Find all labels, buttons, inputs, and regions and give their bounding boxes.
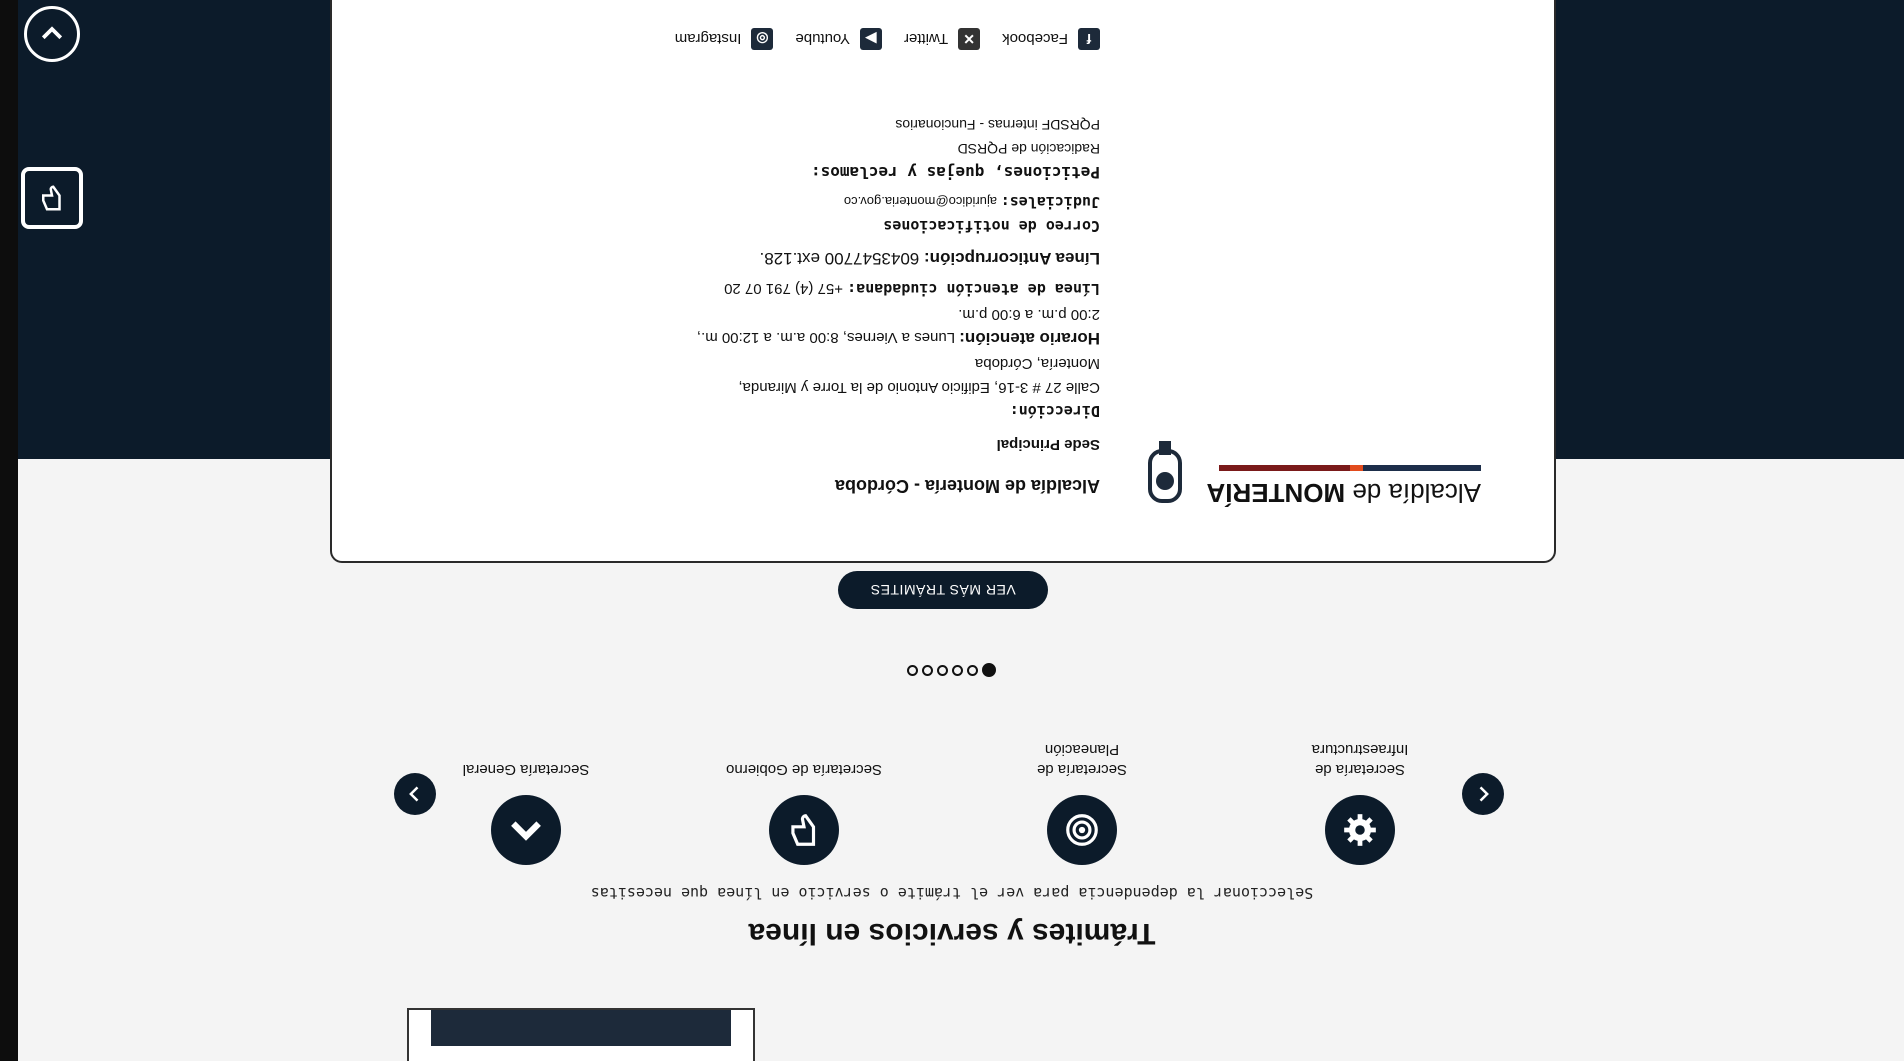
more-procedures-button[interactable]: VER MÁS TRÁMITES <box>838 571 1048 609</box>
dependencies-carousel: Secretaría de Infraestructura Secretaría… <box>394 665 1504 865</box>
social-label: Twitter <box>903 30 949 48</box>
anticorr-value: 6043547700 ext.128. <box>759 249 924 268</box>
linea-atencion: Línea de atención ciudadana: +57 (4) 791… <box>724 280 1100 298</box>
carousel-prev-button[interactable] <box>1462 773 1504 815</box>
linea-anticorrupcion: Línea Anticorrupción: 6043547700 ext.128… <box>760 248 1100 268</box>
logo-text-part-1: Alcaldía de <box>1345 478 1481 508</box>
carousel-dot[interactable] <box>982 663 997 677</box>
judiciales-email[interactable]: ajuridico@monteria.gov.co <box>844 194 1001 209</box>
carousel-dot[interactable] <box>937 665 949 676</box>
linea-label: Línea de atención ciudadana: <box>847 280 1100 298</box>
carousel-dot[interactable] <box>952 665 964 676</box>
carousel-dot[interactable] <box>907 665 919 676</box>
footer-title: Alcaldía de Montería - Córdoba <box>834 476 1100 496</box>
alcaldia-logo: Alcaldía de MONTERÍA <box>1142 437 1481 508</box>
sede-label: Sede Principal <box>996 436 1100 453</box>
youtube-link[interactable]: ▶ Youtube <box>795 28 882 50</box>
gallery-image <box>431 1010 731 1046</box>
direccion-line-2: Montería, Córdoba <box>974 355 1100 372</box>
horario-line-1: Horario atención: Lunes a Viernes, 8:00 … <box>697 328 1100 348</box>
direccion-label: Dirección: <box>1009 402 1100 420</box>
peticiones-label: Peticiones, quejas y reclamos: <box>811 163 1100 182</box>
twitter-link[interactable]: ✕ Twitter <box>903 28 981 50</box>
section-subtitle: Seleccionar la dependencia para ver el t… <box>590 884 1314 902</box>
anticorr-label: Línea Anticorrupción: <box>924 249 1100 268</box>
target-icon <box>1047 795 1117 865</box>
carousel-dots <box>0 663 1904 677</box>
logo-text: Alcaldía de MONTERÍA <box>1206 478 1481 508</box>
chevron-up-icon <box>491 795 561 865</box>
linea-value: +57 (4) 791 07 20 <box>724 280 848 297</box>
dependency-label: Secretaría de Infraestructura <box>1311 741 1409 778</box>
page-rotated-180: Trámites y servicios en línea Selecciona… <box>0 0 1904 1061</box>
judiciales-label: Judiciales: <box>1000 193 1100 211</box>
facebook-link[interactable]: f Facebook <box>1002 28 1100 50</box>
instagram-icon: ◎ <box>751 28 774 50</box>
thumbs-down-icon <box>769 795 839 865</box>
carousel-next-button[interactable] <box>394 773 436 815</box>
correo-label: Correo de notificaciones <box>883 217 1100 235</box>
scroll-down-button[interactable] <box>24 6 80 62</box>
horario-label: Horario atención: <box>959 329 1100 348</box>
dependency-general[interactable]: Secretaría General <box>446 759 606 865</box>
dependency-gobierno[interactable]: Secretaría de Gobierno <box>724 759 884 865</box>
chevron-down-icon <box>41 26 63 40</box>
social-label: Youtube <box>795 30 850 48</box>
dependency-planeacion[interactable]: Secretaría de Planeación <box>1002 739 1162 865</box>
thumbs-down-icon <box>42 185 61 211</box>
seal-icon <box>1148 441 1183 503</box>
gear-icon <box>1325 795 1395 865</box>
gallery-card[interactable] <box>407 1008 755 1061</box>
social-label: Facebook <box>1002 30 1068 48</box>
instagram-link[interactable]: ◎ Instagram <box>675 28 774 50</box>
chevron-left-icon <box>1479 786 1489 802</box>
chevron-right-icon <box>409 786 419 802</box>
social-links: f Facebook ✕ Twitter ▶ Youtube ◎ Instagram <box>675 28 1100 50</box>
carousel-dot[interactable] <box>967 665 979 676</box>
logo-text-part-2: MONTERÍA <box>1206 478 1346 508</box>
horario-line-2: 2:00 p.m. a 6:00 p.m. <box>958 306 1100 323</box>
x-icon: ✕ <box>958 28 981 50</box>
feedback-button[interactable] <box>21 167 83 229</box>
carousel-dot[interactable] <box>922 665 934 676</box>
dependency-infraestructura[interactable]: Secretaría de Infraestructura <box>1280 739 1440 865</box>
direccion-line-1: Calle 27 # 3-16, Edificio Antonio de la … <box>738 379 1100 396</box>
dependency-label: Secretaría General <box>462 761 590 778</box>
dependency-label: Secretaría de Planeación <box>1036 741 1128 778</box>
radicacion-link[interactable]: Radicación de PQRSD <box>958 141 1100 157</box>
footer-info-card: Alcaldía de Montería - Córdoba Sede Prin… <box>330 0 1556 563</box>
logo-color-bar <box>1219 465 1481 471</box>
youtube-icon: ▶ <box>859 28 882 50</box>
judiciales-line[interactable]: Judiciales: ajuridico@monteria.gov.co <box>844 193 1100 211</box>
dependency-label: Secretaría de Gobierno <box>726 761 882 778</box>
horario-value: Lunes a Viernes, 8:00 a.m. a 12:00 m., <box>696 329 960 346</box>
social-label: Instagram <box>674 30 742 48</box>
pqrsdf-link[interactable]: PQRSDF internas - Funcionarios <box>895 117 1100 133</box>
section-title: Trámites y servicios en línea <box>748 917 1156 950</box>
facebook-icon: f <box>1078 28 1100 50</box>
